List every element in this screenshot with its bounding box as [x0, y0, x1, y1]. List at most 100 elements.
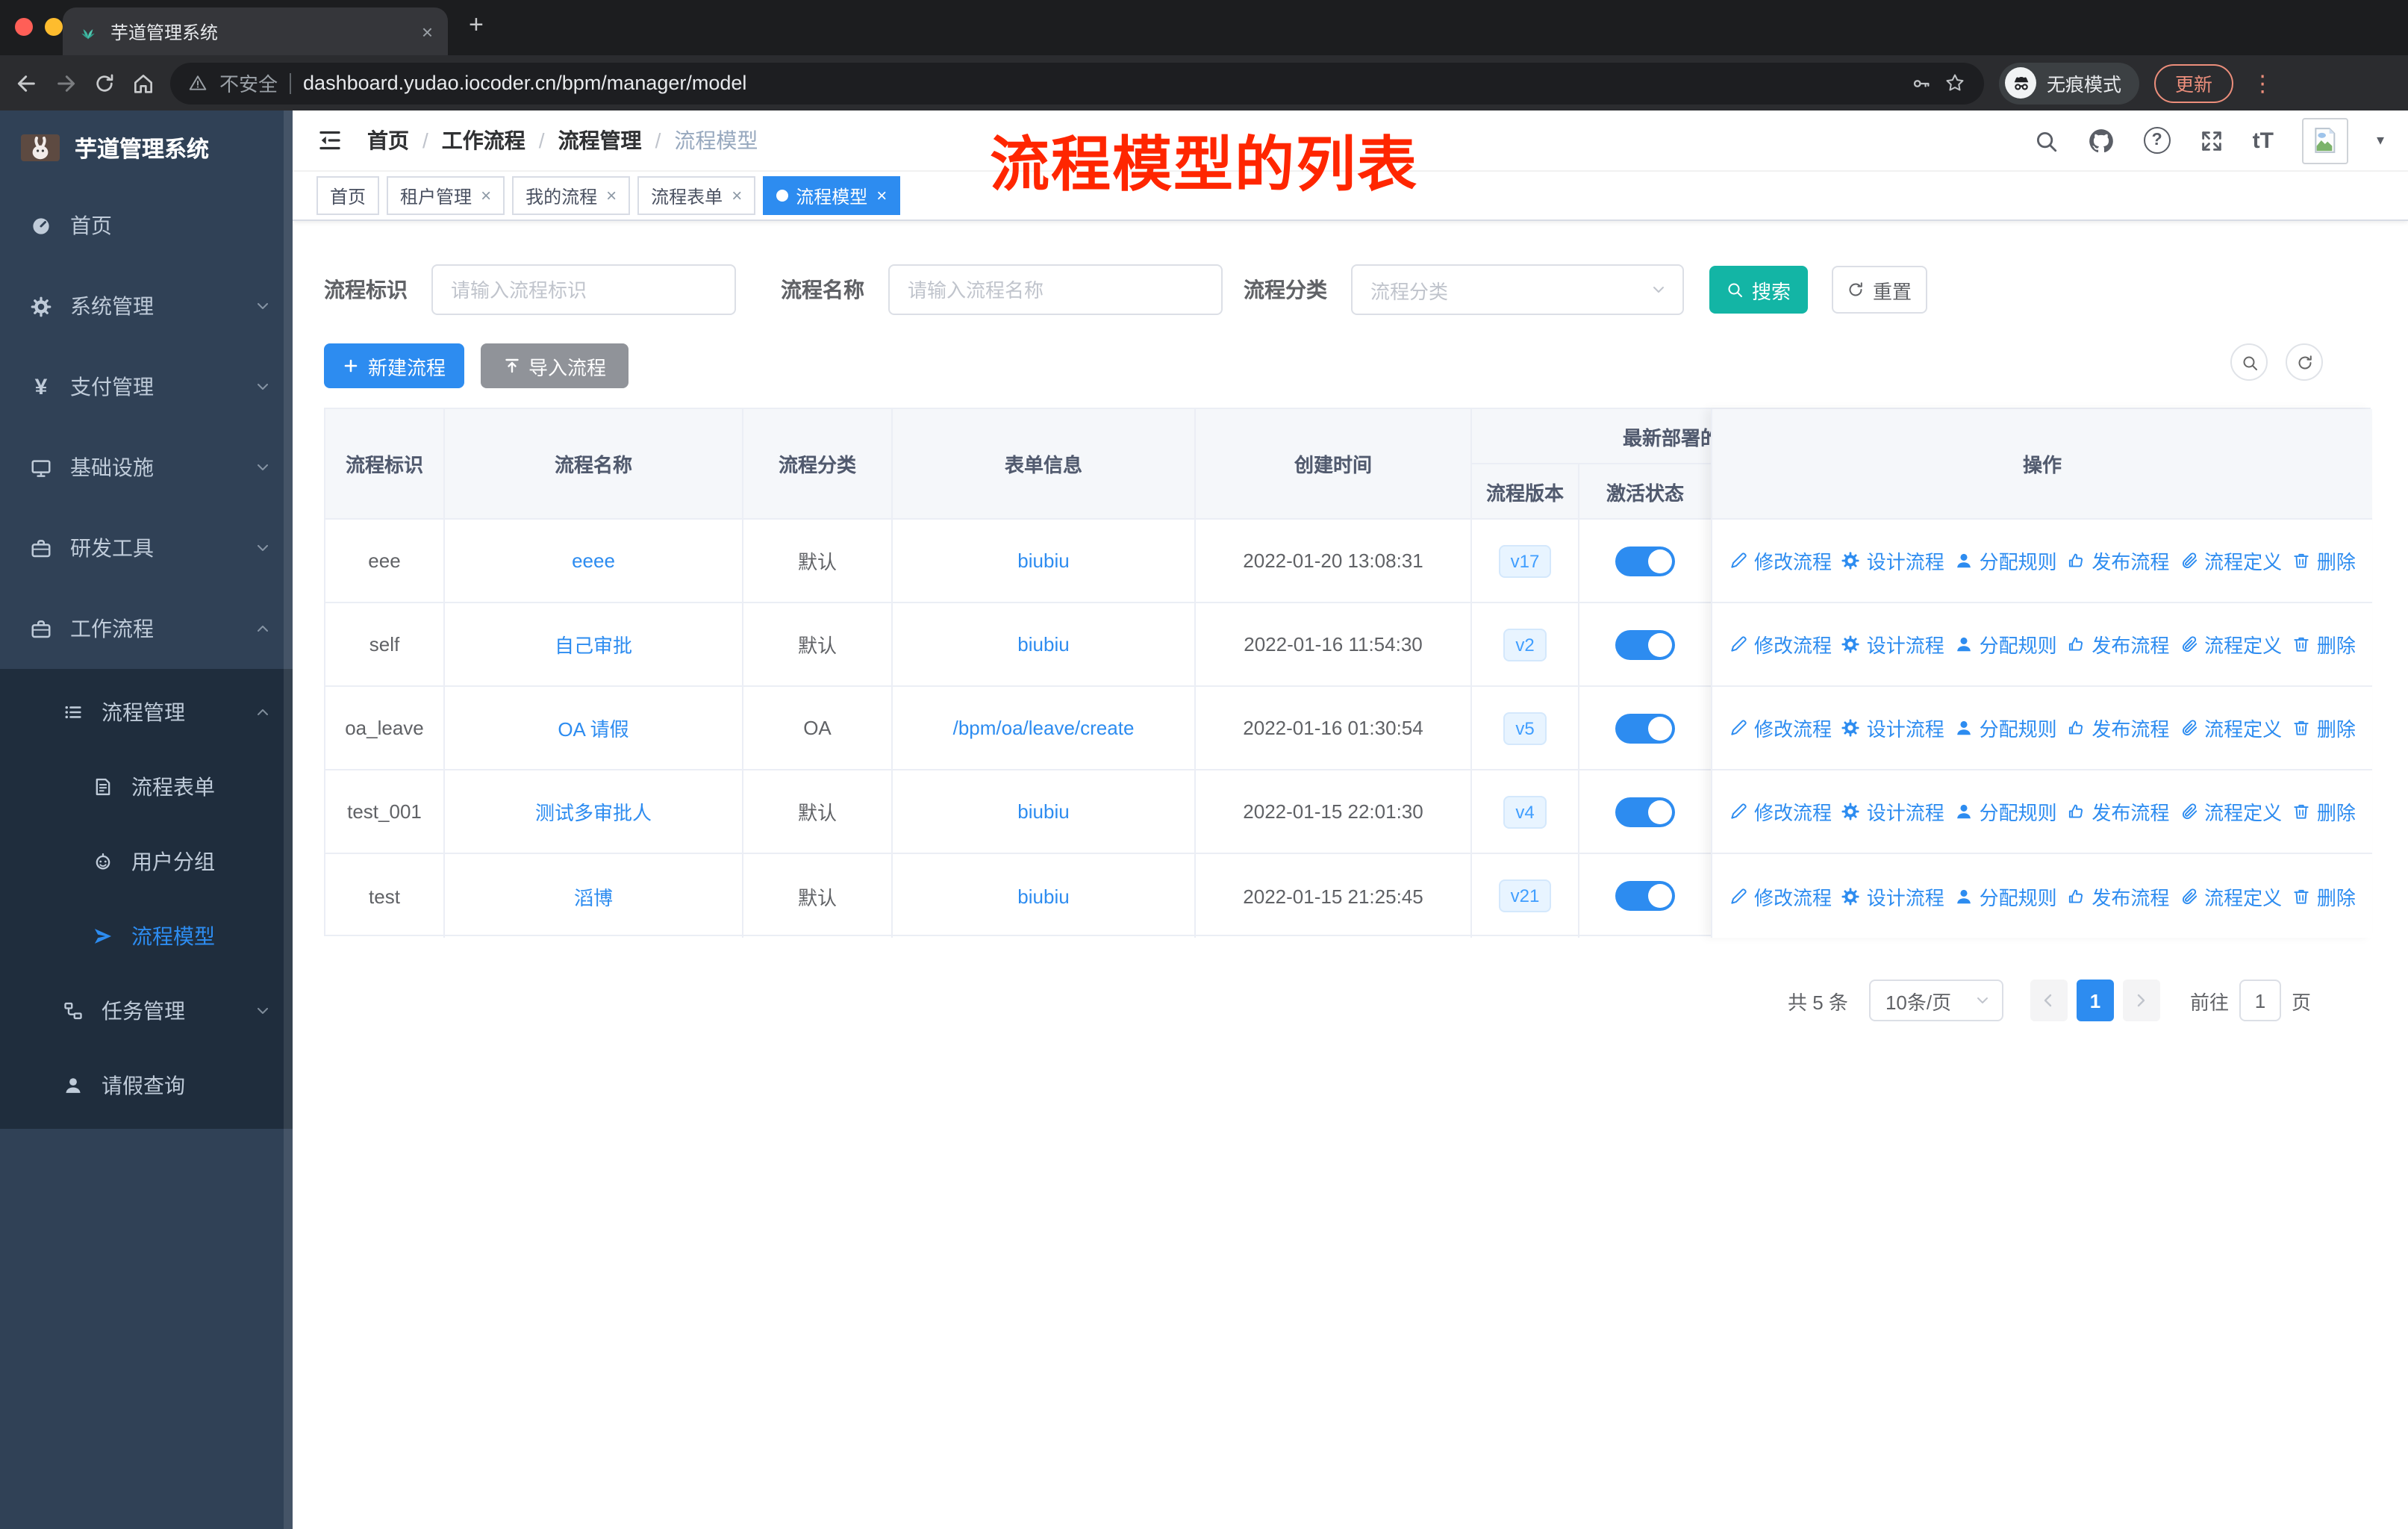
- delete-link[interactable]: 删除: [2292, 797, 2356, 826]
- publish-process-link[interactable]: 发布流程: [2066, 797, 2169, 826]
- window-minimize-button[interactable]: [45, 18, 63, 36]
- sidebar-item-workflow[interactable]: 工作流程: [0, 588, 293, 669]
- assign-rule-link[interactable]: 分配规则: [1954, 882, 2057, 910]
- sidebar-item-user-group[interactable]: 用户分组: [0, 824, 293, 899]
- browser-tab[interactable]: 芋道管理系统 ×: [63, 7, 448, 55]
- bookmark-star-icon[interactable]: [1944, 72, 1966, 94]
- process-name-link[interactable]: 测试多审批人: [535, 797, 652, 826]
- back-icon[interactable]: [15, 71, 39, 95]
- tag-close-icon[interactable]: ×: [481, 185, 491, 206]
- password-key-icon[interactable]: [1911, 72, 1932, 93]
- create-process-button[interactable]: 新建流程: [324, 343, 464, 388]
- sidebar-item-devtools[interactable]: 研发工具: [0, 508, 293, 588]
- sidebar-item-process-form[interactable]: 流程表单: [0, 750, 293, 824]
- next-page-button[interactable]: [2122, 980, 2160, 1021]
- tag-home[interactable]: 首页: [316, 176, 380, 215]
- design-process-link[interactable]: 设计流程: [1841, 714, 1944, 742]
- fullscreen-icon[interactable]: [2199, 128, 2224, 153]
- tag-close-icon[interactable]: ×: [606, 185, 617, 206]
- avatar[interactable]: [2301, 117, 2348, 164]
- sidebar-item-infra[interactable]: 基础设施: [0, 427, 293, 508]
- tag-process-form[interactable]: 流程表单 ×: [637, 176, 756, 215]
- assign-rule-link[interactable]: 分配规则: [1954, 714, 2057, 742]
- publish-process-link[interactable]: 发布流程: [2066, 714, 2169, 742]
- tag-close-icon[interactable]: ×: [732, 185, 742, 206]
- tag-tenant[interactable]: 租户管理 ×: [387, 176, 505, 215]
- modify-process-link[interactable]: 修改流程: [1729, 546, 1832, 575]
- active-toggle[interactable]: [1615, 629, 1675, 659]
- home-icon[interactable]: [131, 71, 155, 95]
- process-name-link[interactable]: eeee: [572, 549, 615, 572]
- sidebar-item-home[interactable]: 首页: [0, 185, 293, 266]
- process-name-link[interactable]: 自己审批: [555, 630, 632, 658]
- modify-process-link[interactable]: 修改流程: [1729, 797, 1832, 826]
- tag-my-process[interactable]: 我的流程 ×: [512, 176, 631, 215]
- process-definition-link[interactable]: 流程定义: [2179, 546, 2282, 575]
- publish-process-link[interactable]: 发布流程: [2066, 630, 2169, 658]
- modify-process-link[interactable]: 修改流程: [1729, 714, 1832, 742]
- new-tab-button[interactable]: +: [469, 12, 484, 37]
- update-button[interactable]: 更新: [2154, 63, 2234, 102]
- page-number-current[interactable]: 1: [2076, 980, 2114, 1021]
- delete-link[interactable]: 删除: [2292, 630, 2356, 658]
- sidebar-item-process-model[interactable]: 流程模型: [0, 899, 293, 974]
- active-toggle[interactable]: [1615, 546, 1675, 576]
- process-definition-link[interactable]: 流程定义: [2179, 882, 2282, 910]
- active-toggle[interactable]: [1615, 881, 1675, 911]
- help-icon[interactable]: ?: [2143, 127, 2171, 154]
- toggle-search-button[interactable]: [2230, 343, 2268, 381]
- import-process-button[interactable]: 导入流程: [481, 343, 628, 388]
- window-close-button[interactable]: [15, 18, 33, 36]
- forward-icon[interactable]: [54, 71, 78, 95]
- active-toggle[interactable]: [1615, 713, 1675, 743]
- process-name-link[interactable]: OA 请假: [558, 714, 628, 742]
- sidebar-item-task-mgmt[interactable]: 任务管理: [0, 974, 293, 1048]
- assign-rule-link[interactable]: 分配规则: [1954, 630, 2057, 658]
- process-name-input[interactable]: [888, 264, 1223, 315]
- publish-process-link[interactable]: 发布流程: [2066, 546, 2169, 575]
- tag-process-model[interactable]: 流程模型 ×: [763, 176, 901, 215]
- assign-rule-link[interactable]: 分配规则: [1954, 797, 2057, 826]
- sidebar-item-payment[interactable]: ¥ 支付管理: [0, 346, 293, 427]
- category-select[interactable]: 流程分类: [1351, 264, 1684, 315]
- app-logo[interactable]: 芋道管理系统: [0, 110, 293, 185]
- font-size-icon[interactable]: tT: [2253, 128, 2274, 153]
- reload-icon[interactable]: [93, 71, 116, 95]
- design-process-link[interactable]: 设计流程: [1841, 882, 1944, 910]
- delete-link[interactable]: 删除: [2292, 546, 2356, 575]
- reset-button[interactable]: 重置: [1832, 266, 1927, 314]
- delete-link[interactable]: 删除: [2292, 882, 2356, 910]
- form-info-link[interactable]: biubiu: [1017, 885, 1069, 907]
- refresh-table-button[interactable]: [2286, 343, 2323, 381]
- search-button[interactable]: 搜索: [1709, 266, 1808, 314]
- breadcrumb-workflow[interactable]: 工作流程: [442, 125, 525, 155]
- active-toggle[interactable]: [1615, 797, 1675, 826]
- tab-close-icon[interactable]: ×: [422, 20, 433, 43]
- sidebar-item-leave-query[interactable]: 请假查询: [0, 1048, 293, 1123]
- form-info-link[interactable]: biubiu: [1017, 549, 1069, 572]
- design-process-link[interactable]: 设计流程: [1841, 630, 1944, 658]
- modify-process-link[interactable]: 修改流程: [1729, 630, 1832, 658]
- publish-process-link[interactable]: 发布流程: [2066, 882, 2169, 910]
- process-definition-link[interactable]: 流程定义: [2179, 797, 2282, 826]
- search-icon[interactable]: [2033, 128, 2059, 153]
- github-icon[interactable]: [2087, 126, 2115, 155]
- url-bar[interactable]: 不安全 dashboard.yudao.iocoder.cn/bpm/manag…: [170, 62, 1984, 104]
- design-process-link[interactable]: 设计流程: [1841, 546, 1944, 575]
- sidebar-item-system[interactable]: 系统管理: [0, 266, 293, 346]
- process-key-input[interactable]: [431, 264, 736, 315]
- avatar-caret-icon[interactable]: ▾: [2377, 132, 2384, 149]
- browser-menu-icon[interactable]: ⋮: [2248, 69, 2277, 96]
- tag-close-icon[interactable]: ×: [876, 185, 887, 206]
- assign-rule-link[interactable]: 分配规则: [1954, 546, 2057, 575]
- process-definition-link[interactable]: 流程定义: [2179, 714, 2282, 742]
- page-size-select[interactable]: 10条/页: [1868, 980, 2003, 1021]
- breadcrumb-home[interactable]: 首页: [367, 125, 409, 155]
- form-info-link[interactable]: biubiu: [1017, 633, 1069, 655]
- breadcrumb-process-mgmt[interactable]: 流程管理: [558, 125, 642, 155]
- form-info-link[interactable]: biubiu: [1017, 800, 1069, 823]
- process-definition-link[interactable]: 流程定义: [2179, 630, 2282, 658]
- prev-page-button[interactable]: [2030, 980, 2068, 1021]
- form-info-link[interactable]: /bpm/oa/leave/create: [953, 717, 1135, 739]
- goto-page-input[interactable]: [2239, 980, 2281, 1021]
